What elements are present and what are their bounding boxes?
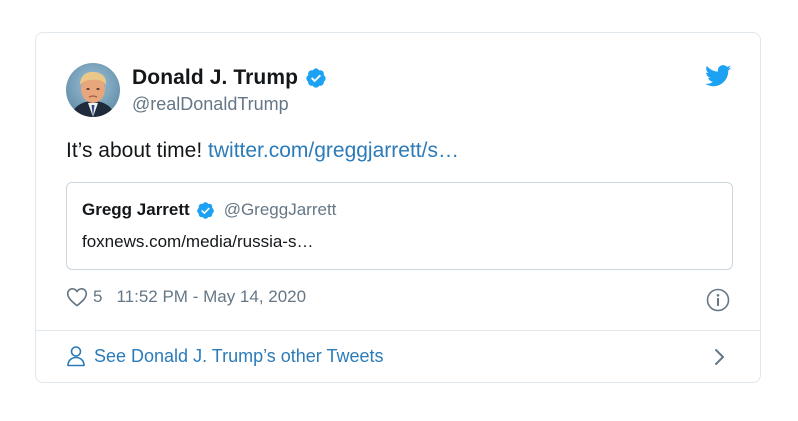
divider bbox=[36, 330, 760, 331]
tweet-text: It’s about time! twitter.com/greggjarret… bbox=[66, 139, 459, 163]
avatar[interactable] bbox=[66, 63, 120, 117]
twitter-bird-icon[interactable] bbox=[705, 65, 732, 87]
verified-badge-icon bbox=[196, 201, 215, 220]
like-count[interactable]: 5 bbox=[93, 287, 102, 307]
author-name[interactable]: Donald J. Trump bbox=[132, 66, 298, 90]
person-icon bbox=[66, 345, 86, 367]
heart-icon[interactable] bbox=[66, 287, 88, 307]
author-handle[interactable]: @realDonaldTrump bbox=[132, 94, 289, 115]
quoted-tweet-header: Gregg Jarrett @GreggJarrett bbox=[82, 200, 336, 220]
quoted-author-name: Gregg Jarrett bbox=[82, 200, 190, 219]
quoted-tweet-text: foxnews.com/media/russia-s… bbox=[82, 232, 314, 251]
chevron-right-icon[interactable] bbox=[713, 347, 727, 367]
tweet-link[interactable]: twitter.com/greggjarrett/s… bbox=[208, 139, 459, 162]
author-name-row[interactable]: Donald J. Trump bbox=[132, 66, 327, 90]
tweet-body-text: It’s about time! bbox=[66, 139, 209, 162]
tweet-meta: 5 11:52 PM - May 14, 2020 bbox=[66, 287, 306, 307]
tweet-timestamp[interactable]: 11:52 PM - May 14, 2020 bbox=[116, 287, 306, 307]
verified-badge-icon bbox=[305, 67, 327, 89]
info-icon[interactable] bbox=[706, 288, 730, 312]
quoted-tweet[interactable]: Gregg Jarrett @GreggJarrett foxnews.com/… bbox=[66, 182, 733, 270]
see-other-tweets-label[interactable]: See Donald J. Trump’s other Tweets bbox=[94, 346, 384, 367]
embedded-tweet-card: Donald J. Trump @realDonaldTrump It’s ab… bbox=[35, 32, 761, 383]
see-other-tweets-link[interactable]: See Donald J. Trump’s other Tweets bbox=[66, 345, 384, 367]
quoted-author-handle: @GreggJarrett bbox=[223, 200, 337, 219]
